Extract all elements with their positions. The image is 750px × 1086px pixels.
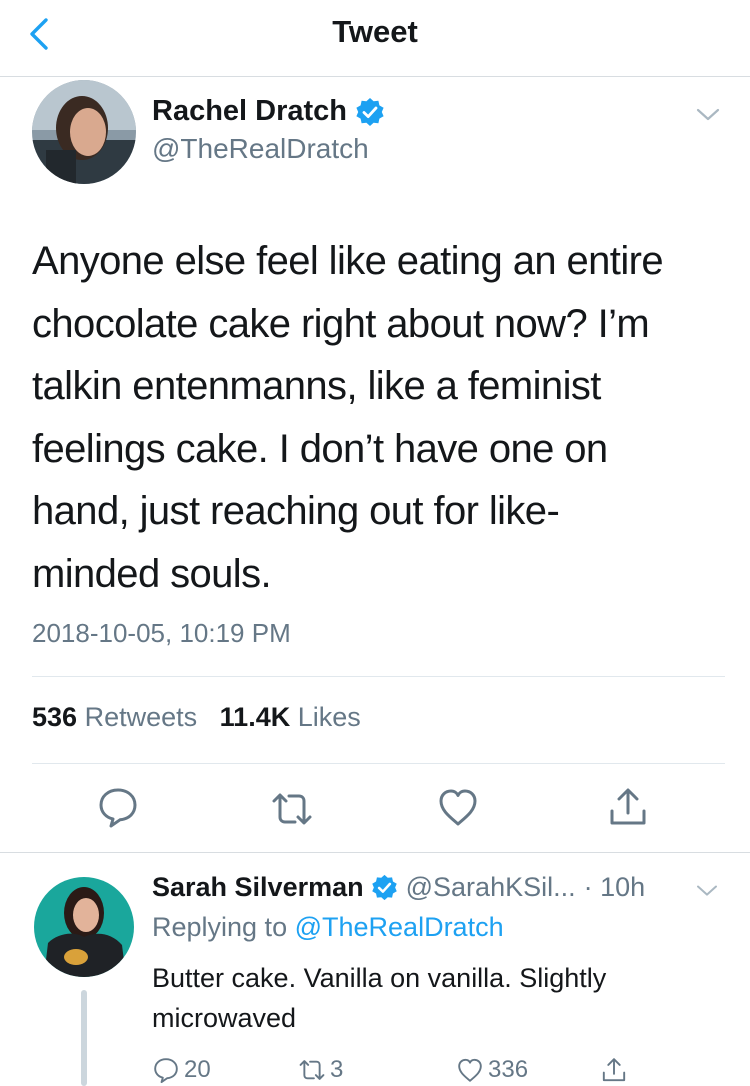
chevron-down-icon[interactable] xyxy=(694,105,722,125)
chevron-down-icon[interactable] xyxy=(694,882,720,900)
reply-author-avatar[interactable] xyxy=(34,877,134,977)
retweets-stat[interactable]: 536 Retweets xyxy=(32,702,197,732)
retweet-icon xyxy=(299,1060,325,1080)
replying-to-line: Replying to @TheRealDratch xyxy=(152,912,504,943)
retweets-count: 536 xyxy=(32,702,78,732)
page-title: Tweet xyxy=(332,14,418,49)
thread-connector-line xyxy=(81,990,87,1086)
reply-reply-action[interactable]: 20 xyxy=(152,1056,211,1084)
likes-count: 11.4K xyxy=(219,702,291,732)
verified-badge-icon xyxy=(356,97,384,126)
likes-label: Likes xyxy=(297,702,361,732)
reply-text: Butter cake. Vanilla on vanilla. Slightl… xyxy=(152,963,607,1033)
reply-like-action[interactable]: 336 xyxy=(456,1056,528,1084)
likes-stat[interactable]: 11.4K Likes xyxy=(220,702,361,732)
author-avatar[interactable] xyxy=(32,80,136,184)
replying-to-prefix: Replying to xyxy=(152,912,288,942)
author-name-row: Rachel Dratch xyxy=(152,95,385,128)
share-icon xyxy=(602,1058,626,1082)
author-name[interactable]: Rachel Dratch xyxy=(152,95,347,128)
reply-likes-count: 336 xyxy=(488,1056,529,1083)
tweet-text-line: minded souls. xyxy=(32,551,272,596)
reply-replies-count: 20 xyxy=(184,1056,211,1083)
reply-icon[interactable] xyxy=(96,785,140,829)
replying-to-link[interactable]: @TheRealDratch xyxy=(295,912,504,942)
tweet-text-line: hand, just reaching out for like- xyxy=(32,489,560,534)
reply-author-name[interactable]: Sarah Silverman xyxy=(152,872,364,903)
like-icon[interactable] xyxy=(436,785,480,829)
reply-retweet-action[interactable]: 3 xyxy=(298,1056,343,1084)
reply-icon xyxy=(154,1058,178,1084)
divider xyxy=(32,763,725,764)
tweet-text-line: Anyone else feel like eating an entire xyxy=(32,239,664,283)
reply-author-handle[interactable]: @SarahKSil... xyxy=(406,872,576,903)
retweets-label: Retweets xyxy=(84,702,198,732)
navigation-bar: Tweet xyxy=(0,0,750,77)
divider xyxy=(32,676,725,677)
tweet-timestamp: 2018-10-05, 10:19 PM xyxy=(32,618,291,648)
retweet-icon[interactable] xyxy=(270,787,314,831)
tweet-text: Anyone else feel like eating an entire c… xyxy=(32,230,722,606)
reply-retweets-count: 3 xyxy=(330,1056,344,1083)
tweet-text-line: feelings cake. I don’t have one on xyxy=(32,426,608,471)
share-icon[interactable] xyxy=(606,785,650,829)
reply-header: Sarah Silverman @SarahKSil... · 10h xyxy=(152,872,645,903)
divider xyxy=(0,852,750,853)
tweet-text-line: chocolate cake right about now? I’m xyxy=(32,301,650,346)
reply-time: · 10h xyxy=(583,872,646,902)
avatar-image xyxy=(32,80,136,184)
tweet-text-line: talkin entenmanns, like a feminist xyxy=(32,364,601,409)
reply-share-action[interactable] xyxy=(600,1056,632,1084)
verified-badge-icon xyxy=(371,874,397,901)
like-icon xyxy=(458,1058,482,1082)
tweet-stats: 536 Retweets 11.4K Likes xyxy=(32,702,361,733)
author-handle[interactable]: @TheRealDratch xyxy=(152,133,369,165)
avatar-image xyxy=(34,877,134,977)
